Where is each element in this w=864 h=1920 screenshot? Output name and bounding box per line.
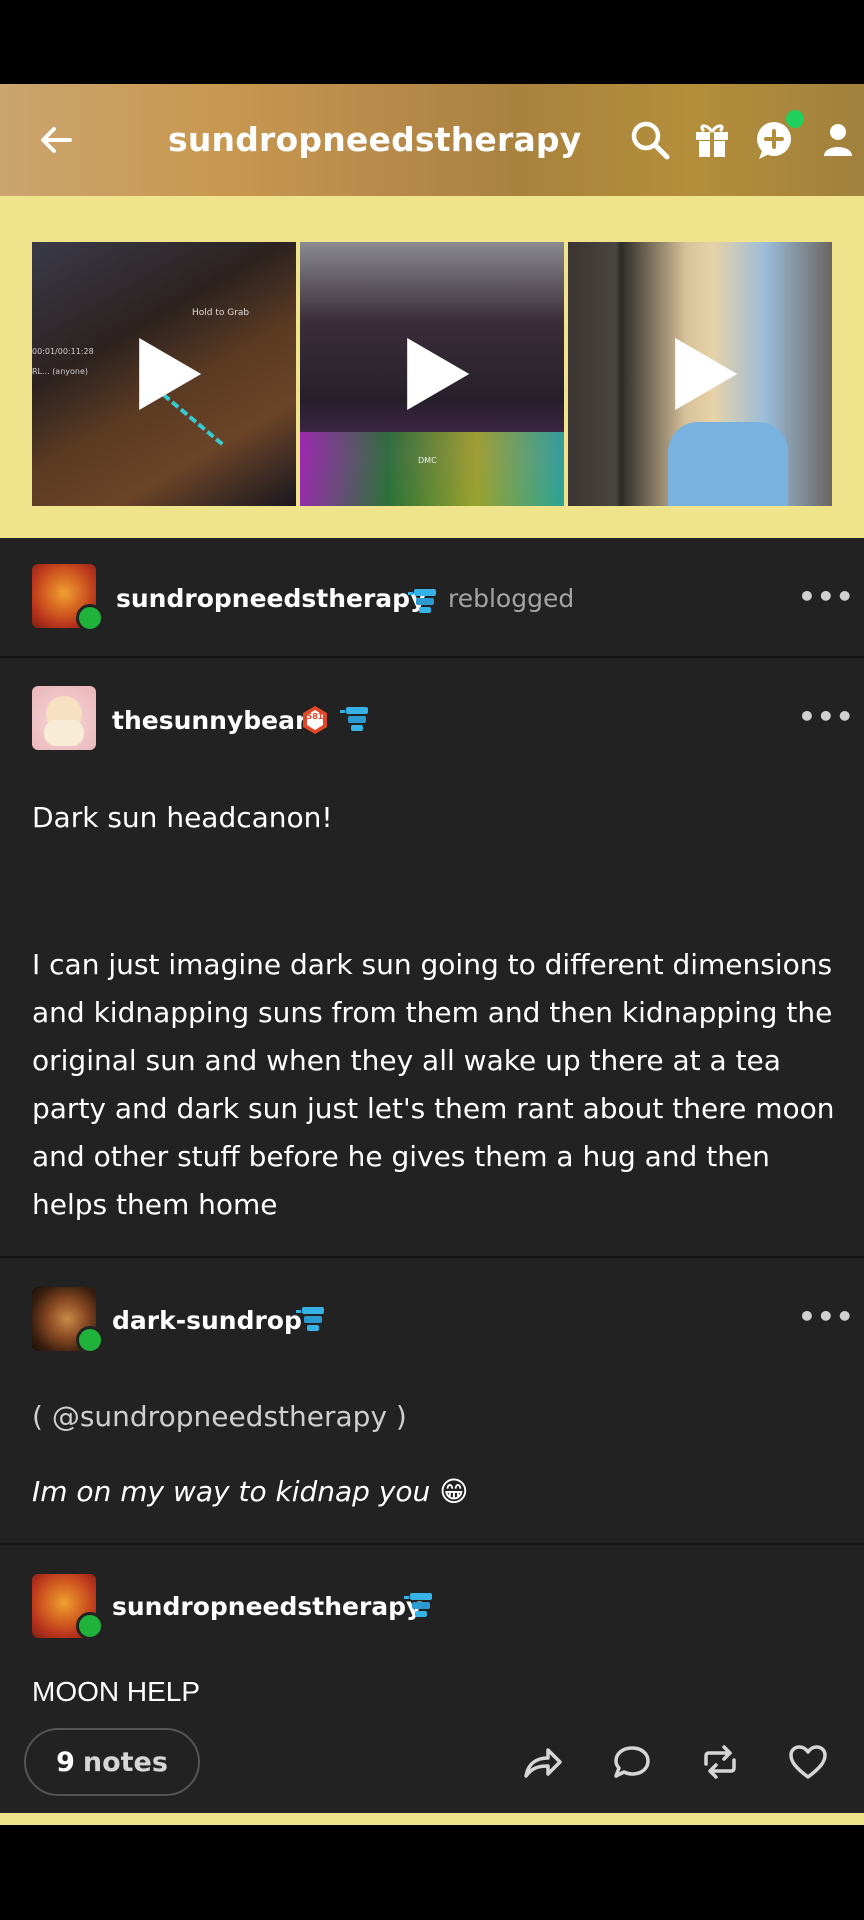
post-paragraph: MOON HELP xyxy=(32,1676,201,1707)
reblogger-name[interactable]: sundropneedstherapy xyxy=(116,584,426,613)
blog-title[interactable]: sundropneedstherapy xyxy=(168,120,581,159)
notes-label: notes xyxy=(82,1746,168,1778)
reblogged-label: reblogged xyxy=(448,584,575,613)
play-icon xyxy=(675,338,738,410)
gift-icon[interactable] xyxy=(690,118,734,162)
status-bar-area xyxy=(0,0,864,84)
post-paragraph: I can just imagine dark sun going to dif… xyxy=(32,948,835,1221)
header-banner: Hold to Grab 00:01/00:11:28 RL... (anyon… xyxy=(0,196,864,538)
video-thumbnail-3[interactable] xyxy=(568,242,832,506)
thumb-side-text: 00:01/00:11:28 RL... (anyone) xyxy=(32,347,94,376)
trail-author-name[interactable]: dark-sundrop xyxy=(112,1306,302,1335)
account-icon[interactable] xyxy=(816,118,860,162)
like-icon[interactable] xyxy=(786,1740,830,1784)
video-thumbnail-2[interactable]: DMC xyxy=(300,242,564,506)
mention-close: ) xyxy=(387,1400,407,1433)
club-badge-icon xyxy=(296,1307,324,1331)
notification-dot xyxy=(786,110,804,128)
divider xyxy=(0,1543,864,1545)
nav-bar-area xyxy=(0,1825,864,1920)
post-paragraph: Dark sun headcanon! xyxy=(32,801,333,834)
post-paragraph: Im on my way to kidnap you 😁 xyxy=(32,1475,469,1508)
notes-button[interactable]: 9 notes xyxy=(24,1728,200,1796)
divider xyxy=(0,1256,864,1258)
hoodie-shape xyxy=(668,422,788,506)
reblog-badge-icon xyxy=(76,1326,104,1354)
more-options-icon[interactable]: ••• xyxy=(798,580,855,613)
notes-count: 9 xyxy=(56,1746,75,1778)
mention-link[interactable]: @sundropneedstherapy xyxy=(52,1400,387,1433)
badge-number: 581 xyxy=(306,712,324,721)
thumb-label: Hold to Grab xyxy=(192,308,250,318)
mention-line: ( @sundropneedstherapy ) xyxy=(32,1400,407,1433)
reblog-badge-icon xyxy=(76,604,104,632)
club-badge-icon xyxy=(404,1593,432,1617)
more-options-icon[interactable]: ••• xyxy=(798,700,855,733)
floor-lights xyxy=(300,432,564,506)
search-icon[interactable] xyxy=(628,118,672,162)
blog-header: sundropneedstherapy xyxy=(0,84,864,196)
arrow-left-icon[interactable] xyxy=(36,120,76,160)
divider xyxy=(0,656,864,658)
post-bottom-accent xyxy=(0,1813,864,1825)
club-badge-icon xyxy=(340,707,368,731)
avatar[interactable] xyxy=(32,686,96,750)
video-thumbnail-1[interactable]: Hold to Grab 00:01/00:11:28 RL... (anyon… xyxy=(32,242,296,506)
trail-author-name[interactable]: sundropneedstherapy xyxy=(112,1592,422,1621)
club-badge-icon xyxy=(408,589,436,613)
reblog-badge-icon xyxy=(76,1612,104,1640)
thumb-caption: DMC xyxy=(418,456,437,465)
reply-icon[interactable] xyxy=(610,1740,654,1784)
play-icon xyxy=(139,338,202,410)
reblog-icon[interactable] xyxy=(698,1740,742,1784)
play-icon xyxy=(407,338,470,410)
share-icon[interactable] xyxy=(520,1740,564,1784)
more-options-icon[interactable]: ••• xyxy=(798,1300,855,1333)
mention-open: ( xyxy=(32,1400,52,1433)
trail-author-name[interactable]: thesunnybear xyxy=(112,706,307,735)
